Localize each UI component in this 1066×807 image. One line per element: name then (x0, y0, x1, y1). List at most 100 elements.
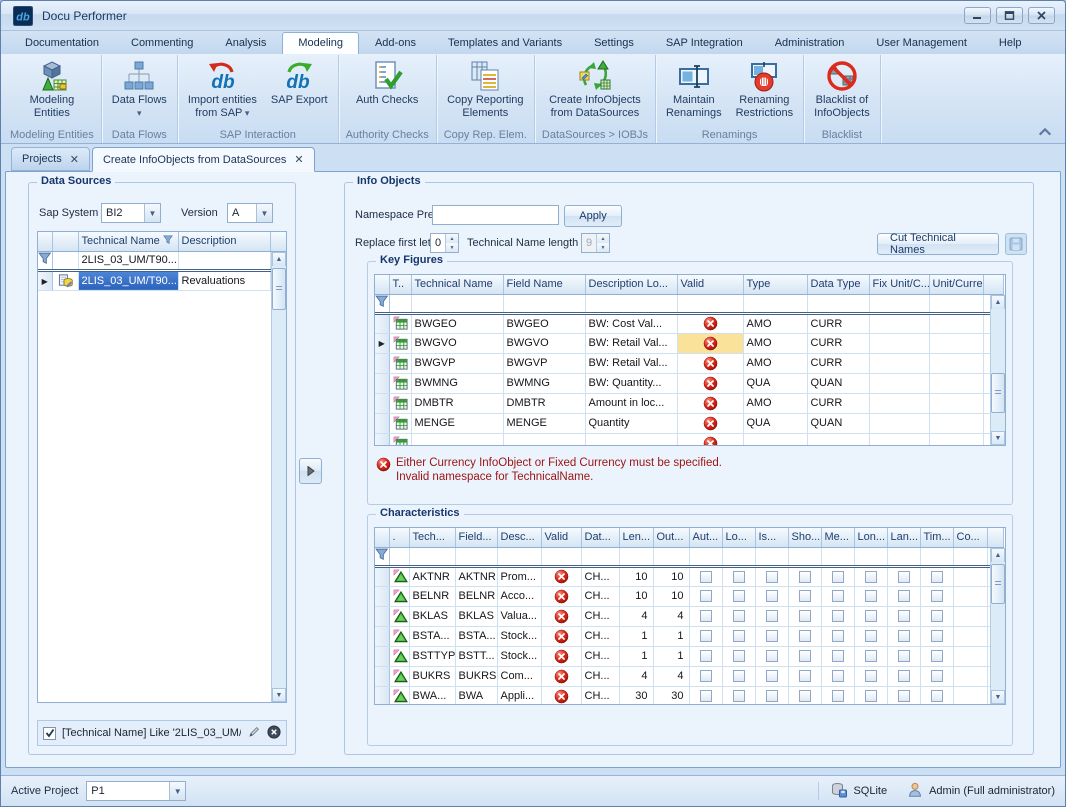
cell-fix-unit[interactable] (869, 333, 929, 353)
checkbox-unchecked[interactable] (931, 610, 943, 622)
cell-valid-error-icon[interactable] (677, 313, 743, 333)
column-header-dat[interactable]: Dat... (581, 528, 619, 547)
checkbox-unchecked[interactable] (733, 650, 745, 662)
column-header-field[interactable]: Field... (455, 528, 497, 547)
cell-field-name[interactable]: BSTA... (455, 626, 497, 646)
cell-technical-name[interactable]: BWGVO (411, 333, 503, 353)
cell-flag-checkbox[interactable] (689, 606, 722, 626)
cell-flag-checkbox[interactable] (854, 566, 887, 586)
cell-output-length[interactable]: 10 (653, 566, 689, 586)
column-header-fix-unit-c[interactable]: Fix Unit/C... (869, 275, 929, 294)
ribbon-button-sap-export[interactable]: dbSAP Export (264, 57, 335, 108)
table-row[interactable]: DMBTRDMBTRAmount in loc...AMOCURR (375, 393, 1003, 413)
column-header-is[interactable]: Is... (755, 528, 788, 547)
cell-technical-name[interactable] (411, 433, 503, 446)
cell-data-type[interactable]: CURR (807, 333, 869, 353)
column-header-tim[interactable]: Tim... (920, 528, 953, 547)
cell-technical-name[interactable]: 2LIS_03_UM/T90... (78, 270, 178, 290)
cell-type[interactable]: AMO (743, 393, 807, 413)
maximize-button[interactable] (996, 7, 1023, 24)
checkbox-unchecked[interactable] (799, 690, 811, 702)
cell-data-type[interactable]: CH... (581, 606, 619, 626)
cell-flag-checkbox[interactable] (920, 666, 953, 686)
stepper-up-icon[interactable]: ▲ (446, 234, 458, 243)
column-header-co[interactable]: Co... (953, 528, 987, 547)
scrollbar-thumb[interactable] (991, 373, 1005, 413)
scroll-down-icon[interactable]: ▼ (272, 688, 286, 702)
cell-flag-checkbox[interactable] (887, 686, 920, 705)
checkbox-unchecked[interactable] (898, 650, 910, 662)
cell-data-type[interactable]: CH... (581, 586, 619, 606)
cell-flag-checkbox[interactable] (920, 606, 953, 626)
apply-button[interactable]: Apply (564, 205, 622, 227)
cell-data-type[interactable]: CH... (581, 686, 619, 705)
column-header-out[interactable]: Out... (653, 528, 689, 547)
cell-field-name[interactable]: BWGVO (503, 333, 585, 353)
cell-fix-unit[interactable] (869, 413, 929, 433)
column-header-technical-name[interactable]: Technical Name (78, 232, 178, 251)
cell-technical-name[interactable]: DMBTR (411, 393, 503, 413)
checkbox-unchecked[interactable] (766, 590, 778, 602)
filter-technical-name[interactable]: 2LIS_03_UM/T90... (78, 251, 178, 270)
cell-field-name[interactable]: BWMNG (503, 373, 585, 393)
cell-length[interactable]: 4 (619, 666, 653, 686)
table-row[interactable]: BWMNGBWMNGBW: Quantity...QUAQUAN (375, 373, 1003, 393)
column-header-aut[interactable]: Aut... (689, 528, 722, 547)
cell-technical-name[interactable]: MENGE (411, 413, 503, 433)
cell-length[interactable]: 30 (619, 686, 653, 705)
column-header-lon[interactable]: Lon... (854, 528, 887, 547)
cell-length[interactable]: 10 (619, 566, 653, 586)
cell-flag-checkbox[interactable] (854, 646, 887, 666)
cell-field-name[interactable]: BKLAS (455, 606, 497, 626)
table-row[interactable]: BELNRBELNRAcco...CH...1010 (375, 586, 1003, 606)
cell-flag-checkbox[interactable] (920, 646, 953, 666)
stepper-down-icon[interactable]: ▼ (597, 243, 609, 252)
cell-flag-checkbox[interactable] (722, 686, 755, 705)
cell-field-name[interactable]: BWGEO (503, 313, 585, 333)
checkbox-unchecked[interactable] (898, 571, 910, 583)
cell-flag-checkbox[interactable] (788, 666, 821, 686)
checkbox-unchecked[interactable] (766, 610, 778, 622)
cell-flag-checkbox[interactable] (887, 566, 920, 586)
cell-unit-currency[interactable] (929, 433, 983, 446)
cell-type[interactable]: QUA (743, 413, 807, 433)
cell-flag-checkbox[interactable] (854, 586, 887, 606)
cell-data-type[interactable]: CH... (581, 566, 619, 586)
cell-length[interactable]: 1 (619, 646, 653, 666)
column-header-[interactable]: . (389, 528, 409, 547)
cell-unit-currency[interactable] (929, 333, 983, 353)
cell-valid-error-icon[interactable] (541, 566, 581, 586)
cell-flag-checkbox[interactable] (854, 606, 887, 626)
chevron-down-icon[interactable]: ▼ (144, 204, 160, 222)
table-row[interactable]: MENGEMENGEQuantityQUAQUAN (375, 413, 1003, 433)
checkbox-unchecked[interactable] (733, 571, 745, 583)
transfer-right-button[interactable] (299, 458, 322, 484)
edit-filter-icon[interactable] (247, 725, 261, 742)
cell-field-name[interactable]: BUKRS (455, 666, 497, 686)
cell-valid-error-icon[interactable] (677, 393, 743, 413)
cell-technical-name[interactable]: BWA... (409, 686, 455, 705)
ribbon-button-modeling-entities[interactable]: ModelingEntities (23, 57, 82, 121)
checkbox-unchecked[interactable] (832, 571, 844, 583)
checkbox-unchecked[interactable] (832, 670, 844, 682)
cell-field-name[interactable]: AKTNR (455, 566, 497, 586)
scroll-up-icon[interactable]: ▲ (272, 252, 286, 266)
menu-tab-documentation[interactable]: Documentation (9, 32, 115, 54)
cell-valid-error-icon[interactable] (541, 666, 581, 686)
cell-description[interactable]: Acco... (497, 586, 541, 606)
cell-technical-name[interactable]: BELNR (409, 586, 455, 606)
cell-valid-error-icon[interactable] (677, 333, 743, 353)
checkbox-unchecked[interactable] (700, 670, 712, 682)
checkbox-unchecked[interactable] (766, 630, 778, 642)
checkbox-unchecked[interactable] (865, 630, 877, 642)
cell-valid-error-icon[interactable] (541, 586, 581, 606)
cell-flag-checkbox[interactable] (887, 666, 920, 686)
checkbox-unchecked[interactable] (799, 590, 811, 602)
cell-data-type[interactable]: CURR (807, 393, 869, 413)
filter-enabled-checkbox[interactable] (43, 727, 56, 740)
checkbox-unchecked[interactable] (733, 610, 745, 622)
cell-flag-checkbox[interactable] (689, 646, 722, 666)
column-header-valid[interactable]: Valid (541, 528, 581, 547)
database-label[interactable]: SQLite (853, 785, 887, 797)
checkbox-unchecked[interactable] (700, 630, 712, 642)
